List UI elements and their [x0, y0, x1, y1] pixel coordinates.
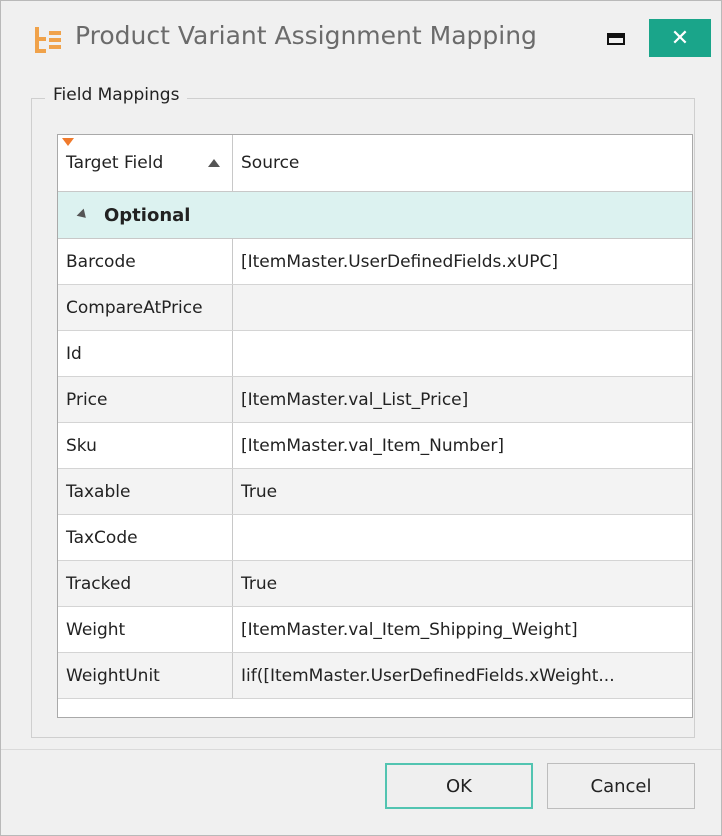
collapse-triangle-icon[interactable] — [76, 208, 90, 222]
group-row-label: Optional — [104, 204, 191, 226]
group-row-optional[interactable]: Optional — [58, 192, 692, 239]
target-field-cell[interactable]: CompareAtPrice — [58, 285, 233, 330]
target-field-cell[interactable]: Taxable — [58, 469, 233, 514]
source-cell[interactable]: True — [233, 469, 692, 514]
footer-divider — [1, 749, 721, 750]
source-cell[interactable]: [ItemMaster.UserDefinedFields.xUPC] — [233, 239, 692, 284]
source-cell[interactable]: [ItemMaster.val_List_Price] — [233, 377, 692, 422]
group-legend: Field Mappings — [45, 85, 188, 105]
close-icon: ✕ — [670, 25, 690, 51]
column-header-label: Target Field — [66, 153, 164, 173]
sort-ascending-icon — [208, 159, 220, 167]
filter-indicator-icon — [62, 138, 74, 146]
ok-button[interactable]: OK — [385, 763, 533, 809]
source-cell[interactable] — [233, 285, 692, 330]
column-header-label: Source — [241, 153, 300, 173]
target-field-cell[interactable]: Id — [58, 331, 233, 376]
window-title: Product Variant Assignment Mapping — [75, 21, 537, 50]
source-cell[interactable]: [ItemMaster.val_Item_Shipping_Weight] — [233, 607, 692, 652]
source-cell[interactable] — [233, 331, 692, 376]
table-row[interactable]: Id — [58, 331, 692, 377]
source-cell[interactable]: True — [233, 561, 692, 606]
table-row[interactable]: WeightUnit Iif([ItemMaster.UserDefinedFi… — [58, 653, 692, 699]
source-cell[interactable]: Iif([ItemMaster.UserDefinedFields.xWeigh… — [233, 653, 692, 698]
source-cell[interactable]: [ItemMaster.val_Item_Number] — [233, 423, 692, 468]
target-field-cell[interactable]: Tracked — [58, 561, 233, 606]
table-row[interactable]: CompareAtPrice — [58, 285, 692, 331]
table-row[interactable]: Weight [ItemMaster.val_Item_Shipping_Wei… — [58, 607, 692, 653]
target-field-cell[interactable]: Price — [58, 377, 233, 422]
table-row[interactable]: Price [ItemMaster.val_List_Price] — [58, 377, 692, 423]
table-row[interactable]: Taxable True — [58, 469, 692, 515]
dialog-window: Product Variant Assignment Mapping ✕ Fie… — [0, 0, 722, 836]
grid-rows: Barcode [ItemMaster.UserDefinedFields.xU… — [58, 239, 692, 699]
cancel-button[interactable]: Cancel — [547, 763, 695, 809]
mapping-grid[interactable]: Target Field Source Optional Barcode [It… — [57, 134, 693, 718]
table-row[interactable]: Tracked True — [58, 561, 692, 607]
source-cell[interactable] — [233, 515, 692, 560]
table-row[interactable]: Sku [ItemMaster.val_Item_Number] — [58, 423, 692, 469]
table-row[interactable]: Barcode [ItemMaster.UserDefinedFields.xU… — [58, 239, 692, 285]
column-header-source[interactable]: Source — [233, 135, 692, 191]
target-field-cell[interactable]: Sku — [58, 423, 233, 468]
grid-header: Target Field Source — [58, 135, 692, 192]
target-field-cell[interactable]: Barcode — [58, 239, 233, 284]
maximize-icon — [607, 33, 625, 45]
target-field-cell[interactable]: WeightUnit — [58, 653, 233, 698]
target-field-cell[interactable]: Weight — [58, 607, 233, 652]
target-field-cell[interactable]: TaxCode — [58, 515, 233, 560]
table-row[interactable]: TaxCode — [58, 515, 692, 561]
maximize-button[interactable] — [591, 19, 641, 59]
column-header-target-field[interactable]: Target Field — [58, 135, 233, 191]
mapping-app-icon — [35, 27, 61, 53]
title-bar[interactable]: Product Variant Assignment Mapping ✕ — [1, 1, 721, 81]
close-button[interactable]: ✕ — [649, 19, 711, 57]
